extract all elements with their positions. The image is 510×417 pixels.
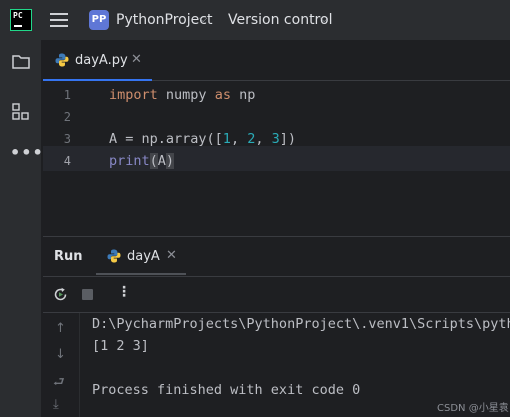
code-token: numpy [157,87,215,103]
soft-wrap-icon[interactable]: ⮐ [53,373,65,395]
line-number[interactable]: 3 [41,132,71,146]
code-token: 3 [271,131,280,147]
console-line: [1 2 3] [92,338,149,354]
close-icon[interactable]: ✕ [166,248,177,263]
rerun-icon[interactable] [53,287,68,302]
pycharm-logo-icon[interactable]: PC [10,9,32,31]
scroll-to-end-icon[interactable]: ⤓ [53,397,59,412]
line-number[interactable]: 4 [41,154,71,168]
code-token: , [230,131,248,147]
kebab-menu-icon[interactable]: ⋮ [117,284,131,300]
structure-icon[interactable] [12,103,29,120]
python-file-icon [107,249,121,263]
arrow-up-icon[interactable]: ↑ [55,321,66,336]
folder-icon[interactable] [12,54,30,69]
run-tab-label[interactable]: dayA [127,249,160,264]
chevron-down-icon[interactable]: ⌵ [199,12,207,26]
line-number[interactable]: 1 [41,88,71,102]
code-line[interactable]: A = np.array([1, 2, 3]) [109,131,296,147]
logo-bar [14,25,22,27]
console-line: Process finished with exit code 0 [92,382,361,398]
tool-window-strip [0,40,42,417]
code-line[interactable]: print(A) [109,153,175,169]
code-token: A [157,153,166,169]
logo-text: PC [13,11,23,20]
console-gutter: ↑ ↓ ⮐ ⤓ [43,313,80,417]
code-token: as [214,87,231,103]
divider [43,276,510,277]
project-badge[interactable]: PP [89,10,109,30]
code-line[interactable]: import numpy as np [109,87,255,103]
code-token: 1 [222,131,231,147]
stop-icon[interactable] [82,289,93,300]
console-line: D:\PycharmProjects\PythonProject\.venv1\… [92,316,510,332]
tab-label[interactable]: dayA.py [75,53,128,68]
divider [43,312,510,313]
more-tools-icon[interactable]: ••• [10,143,44,162]
python-file-icon [55,53,69,67]
chevron-down-icon[interactable]: ⌵ [320,12,328,26]
main-menu-icon[interactable] [50,13,68,27]
code-token: A = np.array([ [109,131,223,147]
run-panel-title: Run [54,249,83,264]
code-token: , [255,131,272,147]
arrow-down-icon[interactable]: ↓ [55,347,66,362]
code-token: ]) [279,131,297,147]
close-icon[interactable]: ✕ [131,52,142,67]
code-token: ) [165,153,175,169]
code-token: ( [149,153,158,169]
code-token: import [109,87,158,103]
watermark: CSDN @小星袁 [437,403,509,414]
project-name[interactable]: PythonProject [116,12,212,28]
version-control-menu[interactable]: Version control [228,12,332,28]
code-token: np [230,87,256,103]
code-token: print [109,153,150,169]
line-number[interactable]: 2 [41,110,71,124]
